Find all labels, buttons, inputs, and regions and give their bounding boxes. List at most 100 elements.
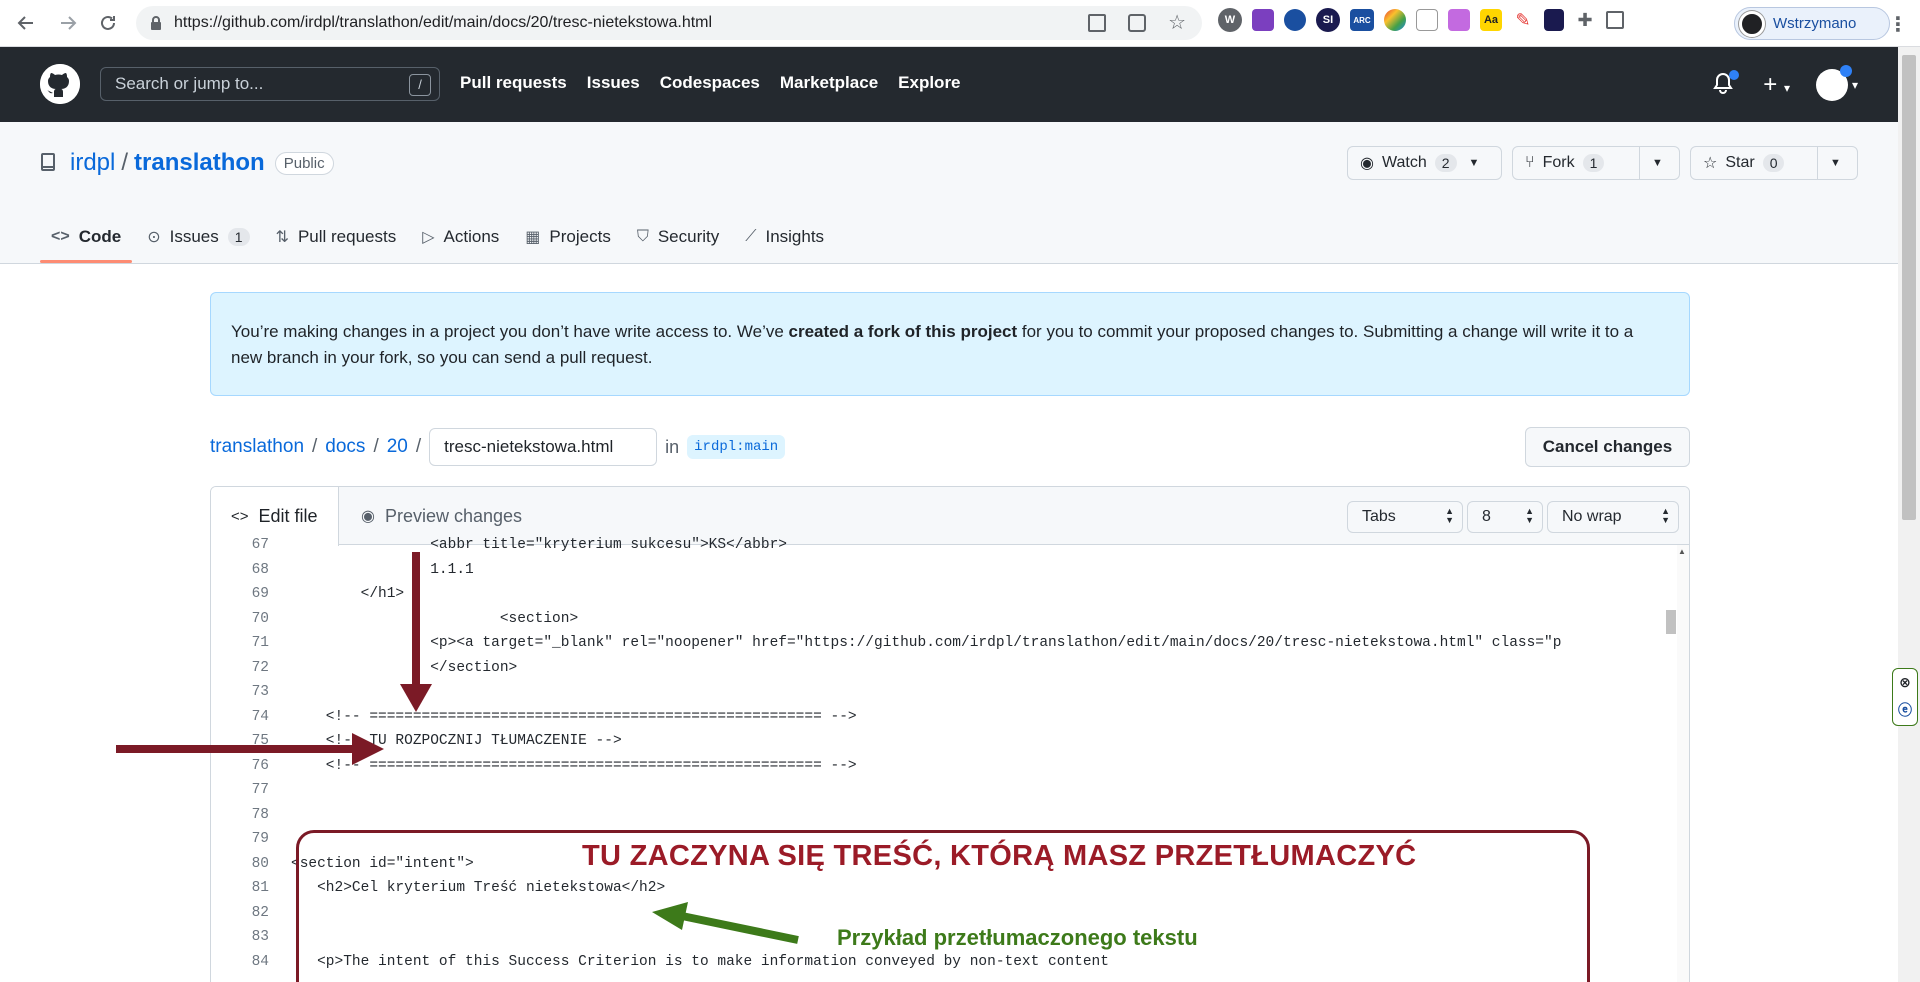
line-number: 71 (251, 635, 269, 652)
tab-label: Issues (169, 227, 219, 246)
breadcrumb-separator: / (312, 436, 318, 457)
line-content: <p><a target="_blank" rel="noopener" hre… (291, 635, 1562, 652)
tab-projects[interactable]: ▦ Projects (514, 211, 622, 263)
edit-circle-icon[interactable]: ⓔ (1898, 700, 1912, 720)
code-line[interactable]: 76 <!-- ================================… (211, 754, 1679, 779)
nav-explore[interactable]: Explore (898, 73, 960, 93)
user-menu[interactable]: ▾ (1815, 65, 1858, 101)
breadcrumb-separator: / (373, 436, 379, 457)
avatar (1815, 65, 1852, 101)
scroll-up-icon[interactable]: ▲ (1678, 547, 1686, 556)
extension-icon[interactable] (1252, 9, 1274, 31)
repo-owner-link[interactable]: irdpl (70, 149, 115, 177)
line-number: 83 (251, 929, 269, 946)
page-scrollbar[interactable] (1898, 47, 1920, 982)
code-line[interactable]: 71 <p><a target="_blank" rel="noopener" … (211, 631, 1679, 656)
profile-button[interactable]: Wstrzymano (1734, 7, 1890, 40)
repo-name-link[interactable]: translathon (134, 149, 265, 177)
red-extension-icon[interactable]: ✎ (1512, 9, 1534, 31)
watch-button[interactable]: ◉ Watch 2 ▼ (1347, 146, 1502, 180)
code-line[interactable]: 72 </section> (211, 656, 1679, 681)
heart-extension-icon[interactable] (1284, 9, 1306, 31)
side-panel-icon[interactable] (1606, 11, 1624, 29)
nav-codespaces[interactable]: Codespaces (660, 73, 760, 93)
extensions-puzzle-icon[interactable]: ✚ (1574, 9, 1596, 31)
github-header: Search or jump to... / Pull requests Iss… (0, 47, 1898, 122)
indent-mode-select[interactable]: Tabs ▲ ▼ (1347, 501, 1463, 533)
browser-menu-icon[interactable]: ⋮ (1888, 12, 1908, 37)
aa-extension-icon[interactable]: Aa (1480, 9, 1502, 31)
code-line[interactable]: 73 (211, 680, 1679, 705)
star-button[interactable]: ☆ Star 0 ▼ (1690, 146, 1858, 180)
star-label: Star (1725, 154, 1755, 171)
repo-icon (41, 153, 55, 171)
code-line[interactable]: 69 </h1> (211, 582, 1679, 607)
play-icon: ▷ (422, 229, 435, 246)
star-icon: ☆ (1703, 155, 1718, 172)
share-icon[interactable] (1128, 14, 1147, 32)
search-input[interactable]: Search or jump to... / (100, 67, 440, 101)
editor-scroll-thumb[interactable] (1666, 610, 1676, 634)
tab-security[interactable]: ⛉ Security (626, 211, 730, 263)
code-line[interactable]: 77 (211, 778, 1679, 803)
nav-marketplace[interactable]: Marketplace (780, 73, 878, 93)
breadcrumb-20-link[interactable]: 20 (387, 436, 408, 458)
code-line[interactable]: 68 1.1.1 (211, 558, 1679, 583)
line-number: 80 (251, 855, 269, 872)
line-number: 74 (251, 708, 269, 725)
cancel-changes-button[interactable]: Cancel changes (1525, 427, 1690, 467)
close-circle-icon[interactable]: ⊗ (1899, 674, 1911, 691)
tab-actions[interactable]: ▷ Actions (411, 211, 510, 263)
translate-icon[interactable] (1088, 14, 1107, 32)
eye-icon: ◉ (1360, 155, 1374, 172)
address-bar[interactable]: https://github.com/irdpl/translathon/edi… (136, 6, 1202, 40)
edit-file-label: Edit file (258, 506, 318, 526)
repo-separator: / (121, 149, 129, 176)
filename-input[interactable]: tresc-nietekstowa.html (429, 428, 658, 466)
star-dropdown-chevron-icon[interactable]: ▼ (1817, 147, 1853, 179)
nav-issues[interactable]: Issues (587, 73, 640, 93)
line-content: <!-- ===================================… (291, 708, 857, 725)
arc-extension-icon[interactable]: ARC (1350, 9, 1374, 31)
tab-pull-requests[interactable]: ⇅ Pull requests (265, 211, 408, 263)
notifications-bell-icon[interactable] (1713, 70, 1740, 98)
code-line[interactable]: 74 <!-- ================================… (211, 705, 1679, 730)
fork-button[interactable]: ⑂ Fork 1 ▼ (1512, 146, 1680, 180)
code-line[interactable]: 78 (211, 803, 1679, 828)
bookmark-star-icon[interactable]: ☆ (1168, 13, 1186, 33)
in-label: in (665, 436, 680, 457)
create-new-plus-icon[interactable]: + ▾ (1763, 71, 1790, 99)
forward-icon[interactable] (50, 5, 86, 41)
tab-code[interactable]: <> Code (40, 211, 133, 263)
h-extension-icon[interactable] (1416, 9, 1438, 31)
code-line[interactable]: 67 <abbr title="kryterium sukcesu">KS</a… (211, 533, 1679, 558)
tab-label: Actions (443, 227, 500, 246)
reload-icon[interactable] (90, 5, 126, 41)
page-scroll-thumb[interactable] (1902, 55, 1916, 520)
nav-pull-requests[interactable]: Pull requests (460, 73, 567, 93)
github-logo-icon[interactable] (40, 64, 80, 104)
tab-insights[interactable]: ⟋ Insights (734, 211, 835, 263)
fork-label: Fork (1542, 154, 1575, 171)
shield-extension-icon[interactable] (1544, 9, 1564, 31)
tab-issues[interactable]: ⊙ Issues 1 (136, 211, 260, 263)
code-line[interactable]: 70 <section> (211, 607, 1679, 632)
si-extension-icon[interactable]: SI (1316, 8, 1340, 32)
indent-size-value: 8 (1482, 508, 1491, 525)
indent-size-select[interactable]: 8 ▲ ▼ (1467, 501, 1543, 533)
visibility-badge: Public (274, 151, 334, 175)
side-widget[interactable]: ⊗ ⓔ (1892, 668, 1918, 726)
editor-scrollbar[interactable]: ▲ (1677, 545, 1689, 982)
code-line[interactable]: 75 <!-- TU ROZPOCZNIJ TŁUMACZENIE --> (211, 729, 1679, 754)
watch-label: Watch (1381, 154, 1427, 171)
breadcrumb-repo-link[interactable]: translathon (210, 436, 304, 458)
fork-dropdown-chevron-icon[interactable]: ▼ (1639, 147, 1675, 179)
back-icon[interactable] (8, 5, 44, 41)
puzzle-extension-icon[interactable] (1448, 9, 1470, 31)
breadcrumb-docs-link[interactable]: docs (325, 436, 365, 458)
color-extension-icon[interactable] (1384, 9, 1406, 31)
wordpress-extension-icon[interactable]: W (1218, 8, 1242, 32)
code-icon: <> (231, 508, 249, 525)
wrap-mode-select[interactable]: No wrap ▲ ▼ (1547, 501, 1679, 533)
line-number: 77 (251, 782, 269, 799)
